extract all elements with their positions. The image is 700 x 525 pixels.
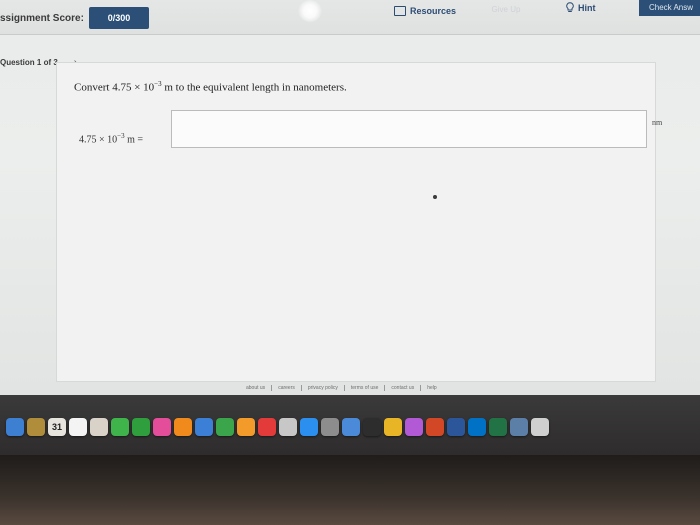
prompt-exponent: −3 <box>154 80 162 88</box>
screen-glare <box>298 0 322 22</box>
mouse-cursor <box>433 195 437 199</box>
trash-icon[interactable] <box>531 418 549 436</box>
lightbulb-icon <box>566 2 574 12</box>
app-store-icon[interactable] <box>300 418 318 436</box>
notes-icon[interactable] <box>27 418 45 436</box>
equation-label: 4.75 × 10−3 m = <box>79 132 143 145</box>
resources-icon <box>394 6 406 16</box>
finder-icon[interactable] <box>6 418 24 436</box>
do-not-disturb-icon[interactable] <box>258 418 276 436</box>
assignment-score-label: ssignment Score: <box>0 13 84 24</box>
assignment-score-value: 0/300 <box>89 7 149 29</box>
question-card: Convert 4.75 × 10−3 m to the equivalent … <box>56 62 662 382</box>
question-prompt: Convert 4.75 × 10−3 m to the equivalent … <box>74 80 347 94</box>
calendar-icon[interactable]: 31 <box>48 418 66 436</box>
resources-button[interactable]: Resources <box>394 3 456 19</box>
question-counter: Question 1 of 3 <box>0 58 58 67</box>
footer-link-help[interactable]: help <box>420 385 437 391</box>
preview-icon[interactable] <box>342 418 360 436</box>
pages-icon[interactable] <box>237 418 255 436</box>
answer-input[interactable] <box>171 110 647 148</box>
outlook-icon[interactable] <box>468 418 486 436</box>
ibooks-icon[interactable] <box>174 418 192 436</box>
photos-icon[interactable] <box>90 418 108 436</box>
assignment-toolbar: ssignment Score: 0/300 Resources Give Up… <box>0 0 700 35</box>
dock: 31 <box>6 418 549 436</box>
downloads-icon[interactable] <box>510 418 528 436</box>
hint-label: Hint <box>578 2 596 13</box>
chrome-icon[interactable] <box>384 418 402 436</box>
browser-viewport: ssignment Score: 0/300 Resources Give Up… <box>0 0 700 395</box>
hint-button[interactable]: Hint <box>566 2 596 13</box>
equation-base: 4.75 × 10 <box>79 134 118 146</box>
prompt-text-start: Convert 4.75 × 10 <box>74 81 155 94</box>
numbers-icon[interactable] <box>216 418 234 436</box>
prompt-text-end: m to the equivalent length in nanometers… <box>161 81 347 94</box>
facetime-icon[interactable] <box>132 418 150 436</box>
check-answer-button[interactable]: Check Answ <box>639 0 700 16</box>
word-icon[interactable] <box>447 418 465 436</box>
give-up-button[interactable]: Give Up <box>478 3 534 17</box>
footer-link-contact[interactable]: contact us <box>384 385 414 391</box>
footer-link-terms[interactable]: terms of use <box>343 385 378 391</box>
play-icon[interactable] <box>363 418 381 436</box>
messages-icon[interactable] <box>111 418 129 436</box>
excel-icon[interactable] <box>489 418 507 436</box>
footer-link-careers[interactable]: careers <box>271 385 295 391</box>
laptop-bezel <box>0 455 700 525</box>
itunes-icon[interactable] <box>153 418 171 436</box>
unit-label: nm <box>652 118 663 127</box>
equation-suffix: m = <box>124 134 144 146</box>
footer-link-privacy[interactable]: privacy policy <box>300 385 338 391</box>
resources-label: Resources <box>410 6 457 16</box>
footer-links: about us careers privacy policy terms of… <box>246 385 437 391</box>
system-prefs-icon[interactable] <box>321 418 339 436</box>
footer-link-about[interactable]: about us <box>246 385 265 391</box>
reminders-icon[interactable] <box>69 418 87 436</box>
help-icon[interactable] <box>279 418 297 436</box>
equation-exponent: −3 <box>117 132 125 140</box>
colorful-app-icon[interactable] <box>405 418 423 436</box>
powerpoint-icon[interactable] <box>426 418 444 436</box>
keynote-icon[interactable] <box>195 418 213 436</box>
